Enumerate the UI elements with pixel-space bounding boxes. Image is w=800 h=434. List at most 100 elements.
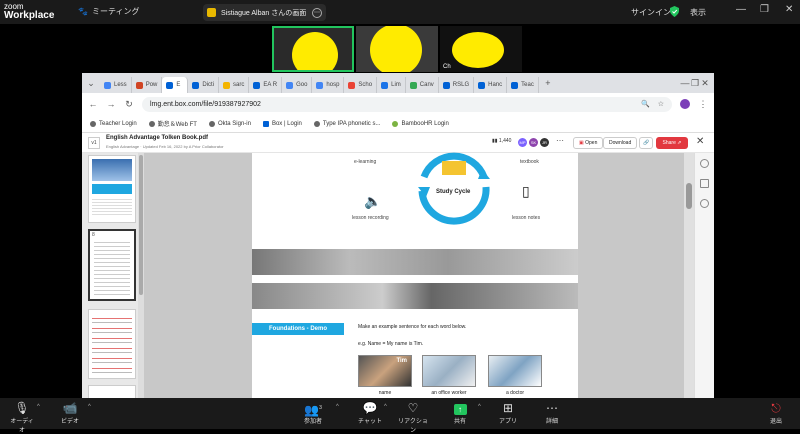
more-icon[interactable]: ⋯ <box>312 7 322 18</box>
leave-button[interactable]: ⎋ 退出 <box>764 401 788 425</box>
maximize-icon[interactable]: ❐ <box>690 78 700 89</box>
browser-tab[interactable]: Pow <box>132 77 163 93</box>
page-scrollbar[interactable] <box>684 153 694 398</box>
share-owner-label: Sistiague Alban さんの画面 <box>221 9 307 17</box>
info-icon[interactable] <box>700 199 709 208</box>
minimize-icon[interactable]: — <box>680 78 690 88</box>
minimize-icon[interactable]: — <box>736 4 746 15</box>
link-icon[interactable]: 🔗 <box>639 137 654 149</box>
page-thumbnail[interactable] <box>88 385 136 398</box>
reload-icon[interactable]: ↻ <box>124 99 134 110</box>
download-button[interactable]: Download <box>603 137 638 149</box>
browser-tab[interactable]: E <box>162 77 189 93</box>
menu-icon[interactable]: ⋮ <box>698 99 708 110</box>
browser-tab[interactable]: Dicti <box>188 77 220 93</box>
page-thumbnail[interactable] <box>88 309 136 379</box>
meeting-info-button[interactable]: 🐾 ミーティング <box>78 6 140 17</box>
chevron-up-icon[interactable]: ^ <box>88 404 91 410</box>
bookmark-item[interactable]: Okta Sign-in <box>208 120 251 127</box>
share-button[interactable]: Share ⇗ <box>656 137 688 149</box>
photo-caption: a doctor <box>505 390 525 396</box>
view-count: ▮▮ 1,440 <box>492 138 511 144</box>
share-icon <box>207 8 216 17</box>
bookmark-item[interactable]: 勤怠＆Web FT <box>148 119 197 128</box>
bookmark-item[interactable]: Teacher Login <box>90 120 137 127</box>
view-button[interactable]: 表示 <box>690 7 706 18</box>
participant-tile[interactable] <box>272 26 354 72</box>
browser-tab[interactable]: Canv <box>406 77 439 93</box>
open-button[interactable]: ▣ Open <box>573 137 604 149</box>
tab-favicon-icon <box>511 81 519 89</box>
bookmark-item[interactable]: Type IPA phonetic s... <box>313 120 380 127</box>
apps-label: アプリ <box>498 419 517 425</box>
photo-caption: an office worker <box>431 390 467 396</box>
chevron-up-icon[interactable]: ^ <box>478 404 481 410</box>
page-thumbnail[interactable] <box>88 155 136 223</box>
document-icon[interactable] <box>700 179 709 188</box>
browser-tab[interactable]: Lim <box>377 77 406 93</box>
scrollbar-thumb[interactable] <box>686 183 692 209</box>
avatar[interactable]: JR <box>540 138 549 147</box>
url-bar[interactable]: lmg.ent.box.com/file/919387927902 🔍 ☆ <box>142 96 672 112</box>
share-screen-button[interactable]: ↑ 共有 <box>446 401 474 425</box>
bookmark-item[interactable]: Box | Login <box>262 120 302 127</box>
sign-in-button[interactable]: サインイン <box>631 7 671 18</box>
scrollbar-thumb[interactable] <box>139 155 143 295</box>
zoom-icon[interactable]: 🔍 <box>641 100 650 108</box>
participants-button[interactable]: 👥3 参加者 <box>298 401 328 425</box>
tab-favicon-icon <box>192 81 200 89</box>
close-icon[interactable]: ✕ <box>696 136 704 147</box>
browser-tab[interactable]: Goo <box>282 77 313 93</box>
maximize-icon[interactable]: ❐ <box>760 4 769 15</box>
right-sidebar <box>694 153 714 398</box>
browser-tab[interactable]: Teac <box>507 77 539 93</box>
comment-icon[interactable] <box>700 159 709 168</box>
tab-label: RSLG <box>452 82 470 88</box>
address-row: ← → ↻ lmg.ent.box.com/file/919387927902 … <box>82 93 714 115</box>
video-button[interactable]: 📹 ビデオ <box>56 401 84 425</box>
avatar[interactable]: SK <box>529 138 538 147</box>
bookmark-item[interactable]: BambooHR Login <box>392 120 449 127</box>
tab-search-icon[interactable]: ⌄ <box>86 78 96 89</box>
star-icon[interactable]: ☆ <box>658 100 664 108</box>
chevron-up-icon[interactable]: ^ <box>384 404 387 410</box>
more-button[interactable]: ⋯ 詳細 <box>538 401 566 425</box>
browser-tab[interactable]: RSLG <box>439 77 475 93</box>
chat-button[interactable]: 💬 チャット <box>356 401 384 425</box>
thumbnail-scrollbar[interactable] <box>138 153 144 398</box>
chevron-up-icon[interactable]: ^ <box>37 404 40 410</box>
caption-notes: lesson notes <box>512 215 541 221</box>
apps-button[interactable]: ⊞ アプリ <box>494 401 522 425</box>
audio-button[interactable]: 🎙 オーディオ <box>8 401 36 434</box>
participant-tile[interactable] <box>356 26 438 72</box>
browser-tab[interactable]: Scho <box>344 77 378 93</box>
back-icon[interactable]: ← <box>88 99 98 109</box>
zoom-title-bar: zoom Workplace 🐾 ミーティング Sistiague Alban … <box>0 0 800 24</box>
browser-tab[interactable]: sarc <box>219 77 250 93</box>
screen-share-indicator[interactable]: Sistiague Alban さんの画面 ⋯ <box>203 4 326 21</box>
avatar[interactable]: MP <box>518 138 527 147</box>
chevron-up-icon[interactable]: ^ <box>336 404 339 410</box>
version-badge[interactable]: v1 <box>88 137 100 149</box>
participant-tile[interactable]: Ch <box>440 26 522 72</box>
close-icon[interactable]: ✕ <box>785 4 793 15</box>
new-tab-icon[interactable]: + <box>543 78 553 88</box>
close-icon[interactable]: ✕ <box>700 78 710 89</box>
tab-favicon-icon <box>381 81 389 89</box>
tab-label: Hanc <box>488 82 503 88</box>
browser-tab[interactable]: Hanc <box>474 77 508 93</box>
zoom-logo-line2: Workplace <box>4 10 55 21</box>
page-thumbnail-selected[interactable]: 8 <box>88 229 136 301</box>
browser-tab[interactable]: hosp <box>312 77 345 93</box>
chat-icon: 💬 <box>362 401 378 415</box>
chat-label: チャット <box>358 419 382 425</box>
browser-tab[interactable]: Less <box>100 77 132 93</box>
forward-icon[interactable]: → <box>106 99 116 109</box>
tab-favicon-icon <box>442 81 450 89</box>
shared-browser-window: ⌄ Less Pow E Dicti sarc EA R Goo hosp Scho Lim Can… <box>82 73 714 398</box>
tab-favicon-icon <box>286 81 294 89</box>
more-icon[interactable]: ⋯ <box>556 136 564 145</box>
browser-tab[interactable]: EA R <box>249 77 283 93</box>
profile-avatar[interactable] <box>680 99 690 109</box>
reactions-button[interactable]: ♡ リアクション <box>396 401 430 434</box>
